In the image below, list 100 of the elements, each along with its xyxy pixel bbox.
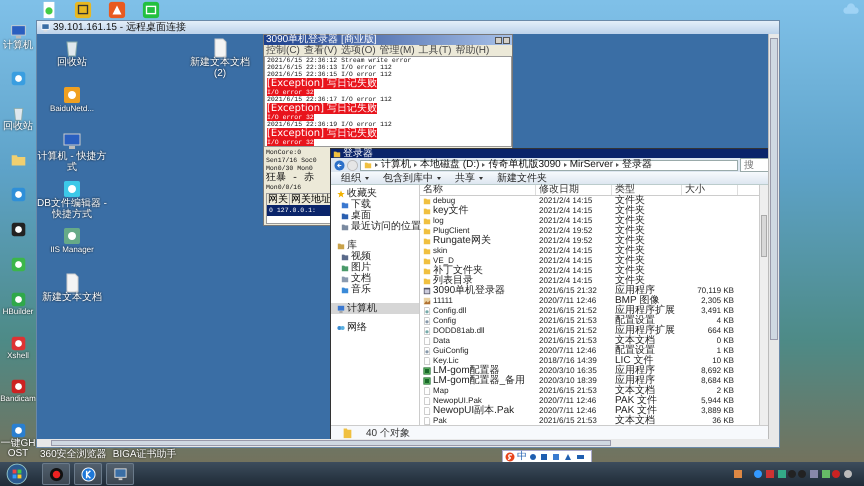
start-button[interactable] <box>6 463 28 485</box>
desktop-shortcut[interactable]: IIS Manager <box>37 226 107 268</box>
file-name-cell[interactable]: debug <box>420 196 536 206</box>
size-cell-text: 664 KB <box>706 326 735 336</box>
file-name-cell[interactable]: VE_D <box>420 256 536 266</box>
chevron-icon <box>414 163 417 167</box>
file-name-cell[interactable]: NewopUI.Pak <box>420 396 536 406</box>
taskbar-button[interactable] <box>42 463 70 485</box>
breadcrumb[interactable]: 传奇单机版3090 <box>488 160 561 170</box>
scrollbar[interactable] <box>768 34 779 439</box>
app-tile-icon <box>62 85 82 105</box>
nav-item[interactable]: 视频 <box>331 251 419 262</box>
file-name-cell[interactable]: LM-gom配置器_备用 <box>420 376 536 386</box>
file-name-cell[interactable]: Rungate网关 <box>420 236 536 246</box>
breadcrumb[interactable]: 本地磁盘 (D:) <box>420 160 480 170</box>
file-name-cell[interactable]: 3090单机登录器 <box>420 286 536 296</box>
menu-item[interactable]: 帮助(H) <box>455 45 490 56</box>
app-tile-icon[interactable] <box>74 1 92 19</box>
nav-item[interactable]: 收藏夹 <box>331 188 419 199</box>
nav-item[interactable]: 桌面 <box>331 210 419 221</box>
menu-item[interactable]: 选项(O) <box>341 45 376 56</box>
column-header[interactable]: 类型 <box>612 185 682 195</box>
scrollbar[interactable] <box>759 185 768 425</box>
toolbar-button[interactable]: 组织 <box>341 172 369 184</box>
address-bar[interactable]: 计算机 本地磁盘 (D:) 传奇单机版3090 MirServer 登录器 <box>360 160 738 170</box>
column-header[interactable]: 大小 <box>682 185 738 195</box>
input-method-bar[interactable]: 中 <box>502 450 592 463</box>
toolbar-button[interactable]: 共享 <box>455 172 483 184</box>
desktop-shortcut[interactable]: Xshell <box>0 334 36 360</box>
desktop-shortcut[interactable]: 360安全浏览器 <box>40 449 107 460</box>
file-name-cell[interactable]: PlugClient <box>420 226 536 236</box>
file-name-cell[interactable]: NewopUI副本.Pak <box>420 406 536 416</box>
app-tile-icon[interactable] <box>108 1 126 19</box>
file-name-cell[interactable]: key文件 <box>420 206 536 216</box>
menu-item[interactable]: 控制(C) <box>266 45 300 56</box>
back-button[interactable] <box>334 160 345 170</box>
scrollbar[interactable] <box>37 439 779 447</box>
file-name-cell[interactable]: Config.dll <box>420 306 536 316</box>
desktop-shortcut[interactable]: 新建文本文档 <box>37 273 107 315</box>
desktop-shortcut[interactable]: DB文件编辑器 - 快捷方式 <box>37 179 107 221</box>
maximize-button[interactable] <box>503 36 510 44</box>
nav-item[interactable]: 网络 <box>331 322 419 333</box>
app-tile-icon <box>10 291 26 308</box>
type-cell-text: 文件夹 <box>614 236 646 246</box>
file-name-cell[interactable]: log <box>420 216 536 226</box>
menu-item[interactable]: 查看(V) <box>304 45 338 56</box>
nav-item[interactable]: 最近访问的位置 <box>331 221 419 232</box>
nav-item[interactable]: 文档 <box>331 273 419 284</box>
file-name-cell[interactable]: LM-gom配置器 <box>420 366 536 376</box>
type-cell-text: LIC 文件 <box>614 356 654 366</box>
column-header[interactable]: 名称 <box>420 185 536 195</box>
network-icon <box>337 324 345 332</box>
file-name-cell[interactable]: 补丁文件夹 <box>420 266 536 276</box>
size-cell-text: 70,119 KB <box>696 286 735 296</box>
app-tile-icon <box>10 220 26 238</box>
desktop-shortcut[interactable]: BIGA证书助手 <box>112 449 177 460</box>
size-cell-text: 2 KB <box>716 386 735 396</box>
file-name-cell[interactable]: Map <box>420 386 536 396</box>
breadcrumb[interactable]: 登录器 <box>622 160 652 170</box>
desktop-shortcut[interactable]: HBuilder <box>0 291 36 317</box>
file-name-cell[interactable]: Config <box>420 316 536 326</box>
taskbar-button[interactable] <box>74 463 102 485</box>
desktop-shortcut[interactable]: 计算机 - 快捷方式 <box>37 132 107 174</box>
taskbar-button[interactable] <box>106 463 134 485</box>
desktop-shortcut[interactable]: BaiduNetd... <box>37 85 107 127</box>
column-header: 网关 <box>267 194 290 205</box>
date-cell-text: 2021/2/4 14:15 <box>538 216 594 226</box>
file-name-cell[interactable]: skin <box>420 246 536 256</box>
file-name-cell[interactable]: 11111 <box>420 296 536 306</box>
nav-item[interactable]: 音乐 <box>331 284 419 295</box>
input-mode[interactable]: 中 <box>517 452 527 462</box>
menu-item[interactable]: 工具(T) <box>418 45 452 56</box>
file-name-cell[interactable]: Data <box>420 336 536 346</box>
nav-item[interactable]: 计算机 <box>331 303 419 314</box>
chevron-icon <box>564 163 567 167</box>
desktop-shortcut[interactable]: Bandicam <box>0 378 36 404</box>
app-tile-icon[interactable] <box>142 1 160 19</box>
file-name-cell[interactable]: 列表目录 <box>420 276 536 286</box>
breadcrumb[interactable]: 计算机 <box>381 160 411 170</box>
type-cell-text: 文本文档 <box>614 336 656 346</box>
date-cell-text: 2021/2/4 14:15 <box>538 206 594 216</box>
file-name-cell[interactable]: DODD81ab.dll <box>420 326 536 336</box>
search-field[interactable]: 搜 <box>740 158 768 172</box>
breadcrumb[interactable]: MirServer <box>570 160 614 170</box>
nav-item[interactable]: 图片 <box>331 262 419 273</box>
nav-item[interactable]: 下载 <box>331 199 419 210</box>
menu-item[interactable]: 管理(M) <box>380 45 415 56</box>
desktop-shortcut[interactable]: 一键GHOST <box>0 422 36 460</box>
type-cell-text: 文件夹 <box>614 216 646 226</box>
toolbar-button[interactable]: 新建文件夹 <box>497 172 547 184</box>
file-name-cell[interactable]: Pak <box>420 416 536 426</box>
column-header[interactable]: 修改日期 <box>536 185 612 195</box>
desktop-shortcut[interactable]: 回收站 <box>37 38 107 80</box>
minimize-button[interactable] <box>495 36 502 44</box>
toolbar-button[interactable]: 包含到库中 <box>383 172 441 184</box>
nav-item[interactable]: 库 <box>331 240 419 251</box>
file-name-cell[interactable]: Key.Lic <box>420 356 536 366</box>
tray-icons-drawing[interactable] <box>734 468 854 480</box>
file-name-cell[interactable]: GuiConfig <box>420 346 536 356</box>
desktop-shortcut[interactable]: 新建文本文档 (2) <box>185 38 255 80</box>
